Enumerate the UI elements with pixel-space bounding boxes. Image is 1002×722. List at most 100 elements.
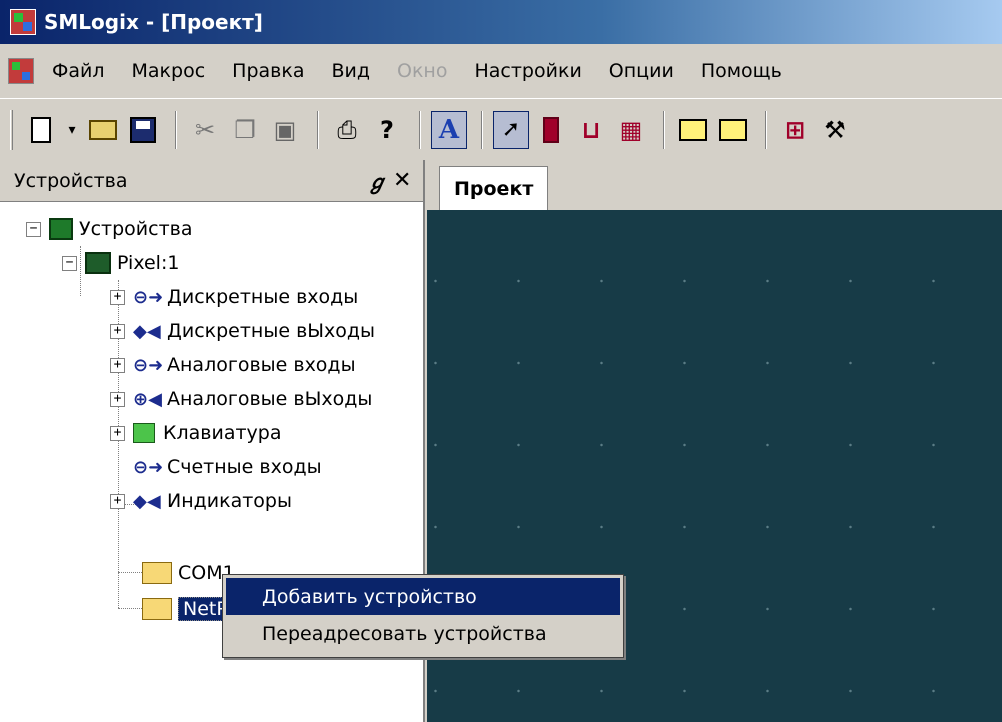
keyboard-icon	[133, 423, 155, 443]
tree-node-label: Дискретные вЫходы	[167, 320, 376, 342]
expand-icon[interactable]: +	[110, 391, 125, 407]
tree-node-discrete-inputs[interactable]: + ⊖➜ Дискретные входы	[110, 280, 358, 314]
add-device-menu-item[interactable]: Добавить устройство	[226, 578, 620, 615]
toolbar-separator	[765, 110, 767, 149]
menu-edit[interactable]: Правка	[232, 60, 304, 82]
connector-icon: ⊔	[581, 115, 601, 144]
label-l-tool-button[interactable]	[715, 111, 751, 149]
floppy-icon	[130, 116, 156, 143]
hammer-icon: ⚒	[824, 115, 846, 144]
context-menu: Добавить устройство Переадресовать устро…	[222, 574, 624, 658]
menu-view[interactable]: Вид	[331, 60, 370, 82]
scissors-icon: ✂	[194, 115, 216, 144]
tree-node-keyboard[interactable]: + Клавиатура	[110, 416, 281, 450]
tree-node-indicators[interactable]: + ◆◀ Индикаторы	[110, 484, 292, 518]
pin-icon[interactable]: ℊ	[367, 166, 393, 195]
toolbar-separator	[419, 110, 421, 149]
help-button[interactable]: ?	[369, 111, 405, 149]
print-button[interactable]: ⎙	[329, 111, 365, 149]
label-l-icon	[719, 118, 747, 141]
menu-file[interactable]: Файл	[52, 60, 105, 82]
close-icon[interactable]: ✕	[393, 168, 423, 193]
toolbar-separator	[663, 110, 665, 149]
connector-tool-button[interactable]: ⊔	[573, 111, 609, 149]
paste-button[interactable]: ▣	[267, 111, 303, 149]
devices-icon	[49, 218, 73, 240]
label-tool-button[interactable]	[675, 111, 711, 149]
toolbar: ▾ ✂ ❐ ▣ ⎙ ? A ➚ ⊔ ▦ ⊞ ⚒	[0, 98, 1002, 160]
discrete-output-icon: ◆◀	[133, 320, 161, 342]
toolbar-grip[interactable]	[10, 109, 13, 150]
document-icon[interactable]	[8, 58, 34, 84]
toolbar-separator	[317, 110, 319, 149]
structure-icon: ⊞	[784, 115, 806, 144]
tree-node-label: Клавиатура	[163, 422, 282, 444]
app-icon[interactable]	[10, 9, 36, 35]
menu-settings[interactable]: Настройки	[474, 60, 581, 82]
open-button[interactable]	[85, 111, 121, 149]
structure-tool-button[interactable]: ⊞	[777, 111, 813, 149]
counter-input-icon: ⊖➜	[133, 456, 164, 478]
window-title: SMLogix - [Проект]	[44, 10, 263, 34]
expand-icon[interactable]: +	[110, 323, 125, 339]
tree-node-com1[interactable]: COM1	[142, 556, 235, 590]
title-bar: SMLogix - [Проект]	[0, 0, 1002, 44]
tree-node-label: Устройства	[79, 218, 193, 240]
indicator-icon: ◆◀	[133, 490, 161, 512]
tree-node-devices[interactable]: − Устройства	[26, 212, 192, 246]
menu-options[interactable]: Опции	[609, 60, 674, 82]
network-icon: ▦	[619, 115, 643, 144]
toolbar-separator	[175, 110, 177, 149]
analog-input-icon: ⊖➜	[133, 354, 164, 376]
clipboard-icon: ▣	[273, 115, 297, 144]
tab-strip: Проект	[427, 160, 1002, 210]
tree-node-label: Счетные входы	[167, 456, 322, 478]
tree-node-discrete-outputs[interactable]: + ◆◀ Дискретные вЫходы	[110, 314, 375, 348]
text-tool-button[interactable]: A	[431, 110, 467, 149]
collapse-icon[interactable]: −	[26, 221, 41, 237]
tree-line	[118, 608, 142, 609]
tree-node-counter-inputs[interactable]: ⊖➜ Счетные входы	[133, 450, 322, 484]
devices-panel-header: Устройства ℊ ✕	[0, 160, 423, 202]
menu-window: Окно	[397, 60, 448, 82]
folder-icon	[142, 562, 172, 584]
menu-macro[interactable]: Макрос	[132, 60, 206, 82]
readdress-devices-menu-item[interactable]: Переадресовать устройства	[226, 615, 620, 652]
new-document-button[interactable]	[23, 111, 59, 149]
cut-button[interactable]: ✂	[187, 111, 223, 149]
printer-icon: ⎙	[337, 115, 357, 144]
save-button[interactable]	[125, 111, 161, 149]
menu-help[interactable]: Помощь	[701, 60, 782, 82]
build-tool-button[interactable]: ⚒	[817, 111, 853, 149]
controller-icon	[85, 252, 111, 274]
folder-open-icon	[89, 119, 117, 140]
block-icon	[543, 116, 559, 143]
expand-icon[interactable]: +	[110, 493, 125, 509]
tree-node-analog-inputs[interactable]: + ⊖➜ Аналоговые входы	[110, 348, 356, 382]
expand-icon[interactable]: +	[110, 357, 125, 373]
new-dropdown-button[interactable]: ▾	[63, 111, 81, 149]
new-document-icon	[31, 116, 51, 143]
select-tool-button[interactable]: ➚	[493, 110, 529, 149]
block-tool-button[interactable]	[533, 111, 569, 149]
tree-node-label: Pixel:1	[117, 252, 180, 274]
copy-icon: ❐	[234, 115, 256, 144]
toolbar-separator	[481, 110, 483, 149]
copy-button[interactable]: ❐	[227, 111, 263, 149]
cursor-arrow-icon: ➚	[501, 117, 521, 142]
tree-node-label: Индикаторы	[167, 490, 292, 512]
tab-project[interactable]: Проект	[439, 166, 549, 210]
label-icon	[679, 118, 707, 141]
expand-icon[interactable]: +	[110, 425, 125, 441]
tree-node-pixel[interactable]: − Pixel:1	[62, 246, 179, 280]
tree-node-label: Аналоговые вЫходы	[167, 388, 373, 410]
tree-node-analog-outputs[interactable]: + ⊕◀ Аналоговые вЫходы	[110, 382, 372, 416]
help-icon: ?	[380, 115, 394, 144]
tree-line	[118, 572, 142, 573]
network-tool-button[interactable]: ▦	[613, 111, 649, 149]
text-tool-icon: A	[438, 114, 460, 145]
folder-open-icon	[142, 598, 172, 620]
tree-node-label: Дискретные входы	[167, 286, 359, 308]
collapse-icon[interactable]: −	[62, 255, 77, 271]
expand-icon[interactable]: +	[110, 289, 125, 305]
